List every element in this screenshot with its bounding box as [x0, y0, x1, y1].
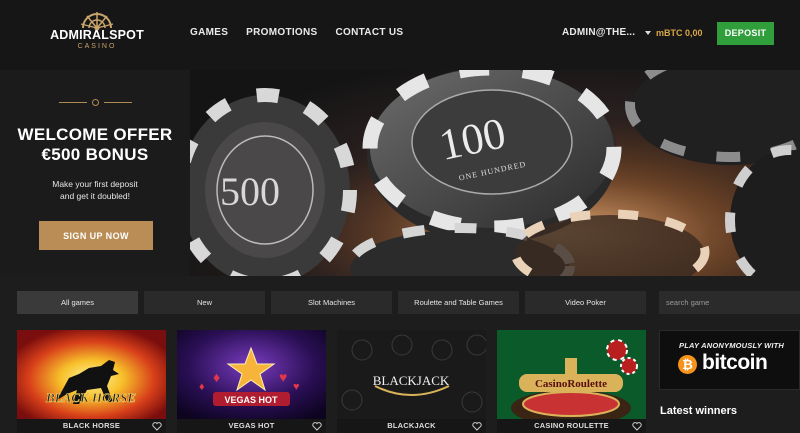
divider-dot: [92, 99, 99, 106]
account-menu[interactable]: ADMIN@THE...: [562, 27, 652, 38]
ship-wheel-icon: [80, 12, 114, 30]
search-input[interactable]: [659, 291, 800, 314]
offer-text-line1: Make your first deposit: [52, 179, 138, 189]
casino-roulette-thumbnail: CasinoRoulette: [497, 330, 646, 419]
svg-text:♦: ♦: [213, 369, 220, 385]
game-title: CASINO ROULETTE: [497, 419, 646, 433]
deposit-button[interactable]: DEPOSIT: [717, 22, 774, 45]
tab-roulette-table-games[interactable]: Roulette and Table Games: [398, 291, 519, 314]
game-card-vegas-hot[interactable]: ♦ ♥ ♦ ♥ VEGAS HOT VEGAS HOT: [177, 330, 326, 433]
nav-promotions[interactable]: PROMOTIONS: [246, 27, 317, 38]
vegas-hot-thumbnail: ♦ ♥ ♦ ♥ VEGAS HOT: [177, 330, 326, 419]
offer-title: WELCOME OFFER €500 BONUS: [0, 125, 190, 165]
welcome-offer-panel: WELCOME OFFER €500 BONUS Make your first…: [0, 70, 190, 276]
bitcoin-icon: ₿: [678, 355, 697, 374]
bitcoin-wordmark: bitcoin: [702, 351, 768, 374]
game-card-blackjack[interactable]: BLACKJACK BLACKJACK: [337, 330, 486, 433]
bitcoin-banner[interactable]: PLAY ANONYMOUSLY WITH ₿ bitcoin: [659, 330, 800, 390]
nav-contact-us[interactable]: CONTACT US: [336, 27, 404, 38]
game-title: BLACKJACK: [337, 419, 486, 433]
brand-name: ADMIRALSPOT: [50, 28, 144, 42]
poker-chips-image: 500 100 ONE HUNDRED: [190, 70, 800, 276]
black-horse-thumbnail: BLACK HORSE: [17, 330, 166, 419]
sign-up-button[interactable]: SIGN UP NOW: [39, 221, 153, 250]
favorite-heart-icon[interactable]: [632, 421, 642, 431]
offer-text-line2: and get it doubled!: [60, 191, 130, 201]
game-card-casino-roulette[interactable]: CasinoRoulette CASINO ROULETTE: [497, 330, 646, 433]
divider-line-left: [59, 102, 87, 103]
favorite-heart-icon[interactable]: [472, 421, 482, 431]
site-header: ADMIRALSPOT CASINO GAMES PROMOTIONS CONT…: [0, 0, 800, 70]
bitcoin-tagline: PLAY ANONYMOUSLY WITH: [679, 341, 785, 350]
tab-new[interactable]: New: [144, 291, 265, 314]
latest-winners-heading: Latest winners: [660, 405, 738, 417]
blackjack-thumbnail: BLACKJACK: [337, 330, 486, 419]
game-card-black-horse[interactable]: BLACK HORSE BLACK HORSE: [17, 330, 166, 433]
hero-banner: 500 100 ONE HUNDRED: [190, 70, 800, 276]
offer-description: Make your first deposit and get it doubl…: [0, 178, 190, 202]
game-title: BLACK HORSE: [17, 419, 166, 433]
balance-display: mBTC 0,00: [656, 28, 703, 38]
offer-title-line1: WELCOME OFFER: [17, 125, 173, 144]
svg-text:♥: ♥: [293, 381, 300, 393]
account-user: ADMIN@THE...: [562, 27, 636, 38]
brand-subtitle: CASINO: [77, 43, 117, 50]
main-nav: GAMES PROMOTIONS CONTACT US: [190, 27, 421, 38]
game-title: VEGAS HOT: [177, 419, 326, 433]
divider-line-right: [104, 102, 132, 103]
svg-text:VEGAS HOT: VEGAS HOT: [224, 395, 278, 405]
svg-text:500: 500: [220, 169, 280, 214]
favorite-heart-icon[interactable]: [312, 421, 322, 431]
svg-text:CasinoRoulette: CasinoRoulette: [535, 378, 607, 390]
svg-text:♥: ♥: [279, 369, 287, 385]
site-logo[interactable]: ADMIRALSPOT CASINO: [48, 10, 146, 58]
svg-text:BLACK HORSE: BLACK HORSE: [45, 390, 136, 405]
svg-text:BLACKJACK: BLACKJACK: [373, 373, 450, 388]
tab-slot-machines[interactable]: Slot Machines: [271, 291, 392, 314]
tab-all-games[interactable]: All games: [17, 291, 138, 314]
svg-text:♦: ♦: [199, 381, 205, 393]
nav-games[interactable]: GAMES: [190, 27, 228, 38]
tab-video-poker[interactable]: Video Poker: [525, 291, 646, 314]
offer-title-line2: €500 BONUS: [41, 145, 149, 164]
chevron-down-icon: [645, 30, 652, 35]
favorite-heart-icon[interactable]: [152, 421, 162, 431]
